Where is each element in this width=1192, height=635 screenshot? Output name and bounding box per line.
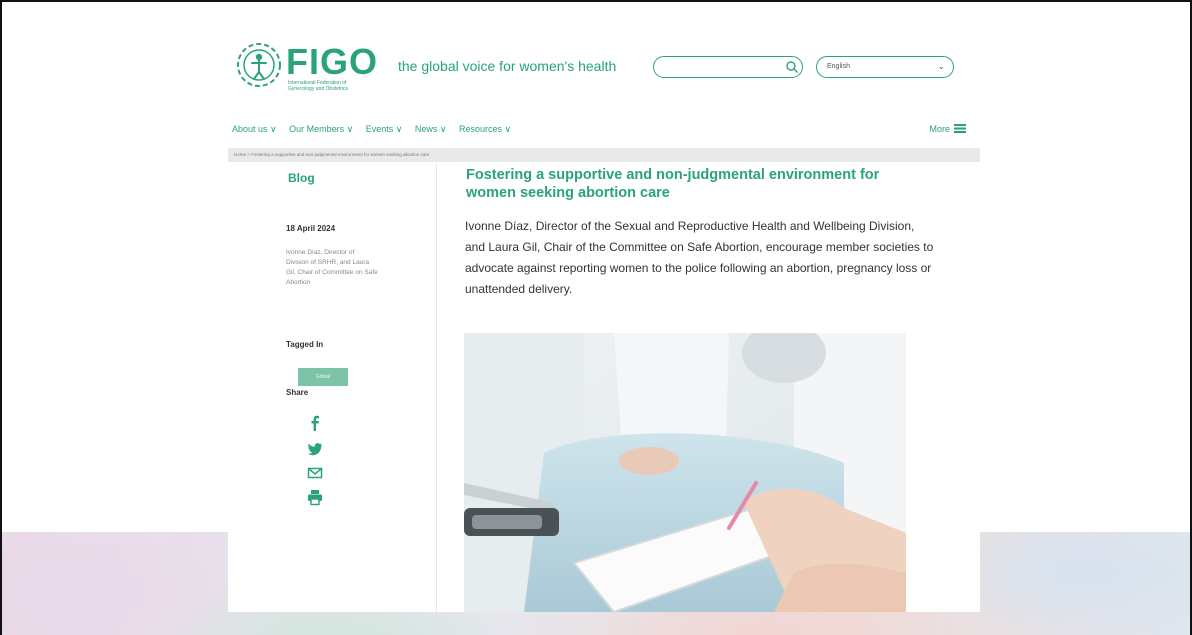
search-icon[interactable] bbox=[785, 60, 799, 74]
nav-item-resources[interactable]: Resources ∨ bbox=[459, 124, 511, 134]
screenshot-frame: FIGO International Federation of Gynecol… bbox=[0, 0, 1192, 635]
tag-button[interactable]: Global bbox=[298, 368, 348, 386]
logo-wordmark: FIGO bbox=[286, 41, 378, 82]
chevron-down-icon: ⌄ bbox=[937, 61, 945, 71]
post-authors: Ivonne Díaz, Director of Division of SRH… bbox=[286, 249, 378, 286]
facebook-icon[interactable] bbox=[306, 414, 324, 432]
language-select[interactable]: English ⌄ bbox=[816, 56, 954, 78]
main-nav: About us ∨ Our Members ∨ Events ∨ News ∨… bbox=[232, 124, 521, 140]
print-icon[interactable] bbox=[306, 488, 324, 506]
nav-item-events[interactable]: Events ∨ bbox=[366, 124, 403, 134]
figo-logo[interactable]: FIGO International Federation of Gynecol… bbox=[236, 41, 616, 92]
figo-emblem-icon bbox=[237, 43, 281, 87]
web-page: FIGO International Federation of Gynecol… bbox=[228, 26, 980, 612]
more-label: More bbox=[929, 124, 950, 134]
breadcrumb[interactable]: Home > Fostering a supportive and non-ju… bbox=[228, 148, 980, 162]
hamburger-icon bbox=[954, 124, 966, 133]
tagged-in-label: Tagged In bbox=[286, 340, 324, 349]
mail-icon[interactable] bbox=[306, 464, 324, 482]
column-divider bbox=[436, 164, 437, 612]
site-tagline: the global voice for women's health bbox=[398, 58, 617, 74]
article-intro: Ivonne Díaz, Director of the Sexual and … bbox=[465, 219, 934, 296]
nav-item-news[interactable]: News ∨ bbox=[415, 124, 447, 134]
logo-subtitle: International Federation of Gynecology a… bbox=[288, 80, 349, 92]
twitter-icon[interactable] bbox=[306, 440, 324, 458]
article-title: Fostering a supportive and non-judgmenta… bbox=[466, 167, 880, 201]
language-value: English bbox=[827, 63, 850, 70]
share-label: Share bbox=[286, 388, 309, 397]
nav-label: Events bbox=[365, 124, 394, 134]
nav-label: About us bbox=[232, 124, 268, 134]
nav-item-about-us[interactable]: About us ∨ bbox=[232, 124, 277, 134]
more-menu-button[interactable]: More bbox=[929, 124, 966, 134]
nav-label: Resources bbox=[459, 124, 503, 134]
article-photo bbox=[464, 333, 906, 612]
nav-label: Our Members bbox=[289, 124, 345, 134]
search-input[interactable] bbox=[653, 56, 803, 78]
nav-label: News bbox=[414, 124, 438, 134]
post-date: 18 April 2024 bbox=[286, 224, 336, 233]
section-title: Blog bbox=[288, 171, 315, 185]
nav-item-our-members[interactable]: Our Members ∨ bbox=[289, 124, 353, 134]
